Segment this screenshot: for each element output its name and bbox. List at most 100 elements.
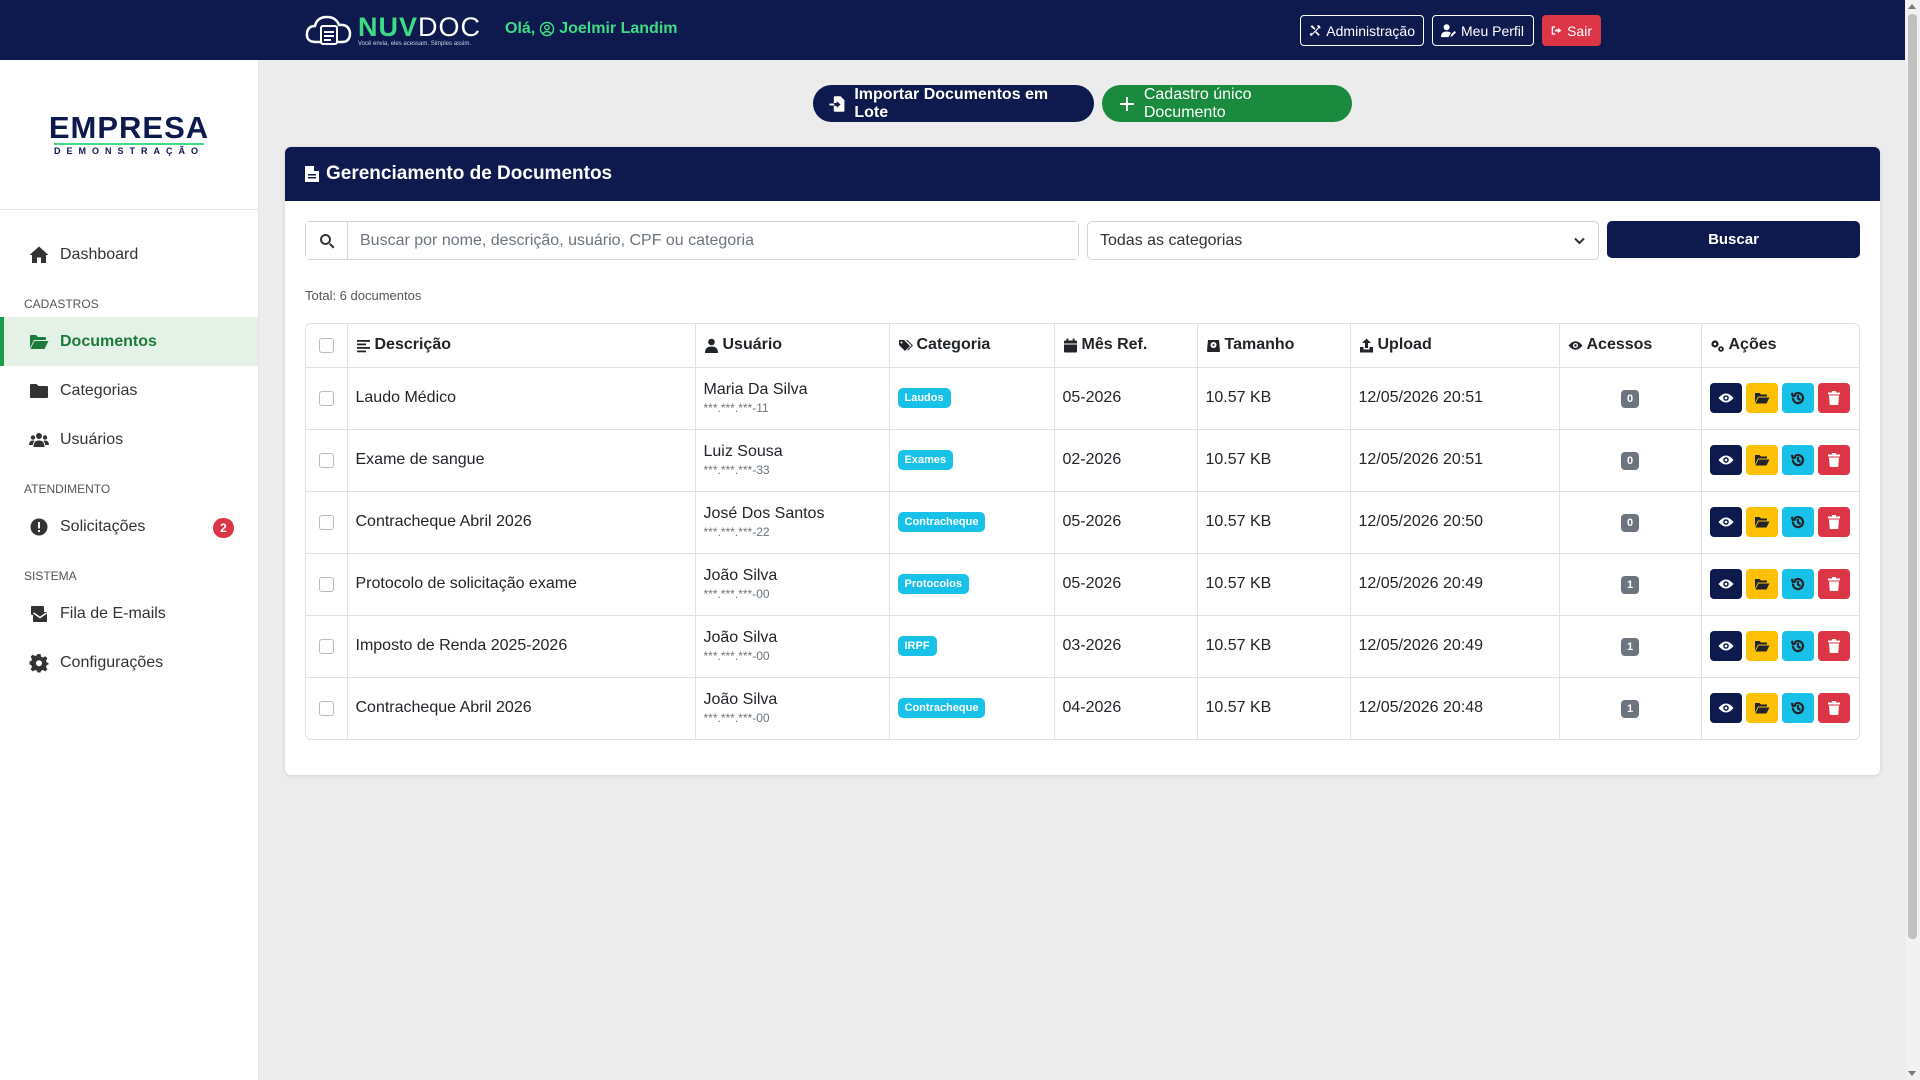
delete-button[interactable] [1817,445,1850,475]
sidebar-item-fila-emails[interactable]: Fila de E-mails [0,589,258,638]
history-icon [1790,639,1804,653]
row-checkbox[interactable] [318,390,334,406]
sidebar-item-solicitacoes[interactable]: Solicitações 2 [0,502,258,551]
cell-acessos: 1 [1559,553,1702,616]
row-checkbox[interactable] [318,700,334,716]
sidebar-item-dashboard[interactable]: Dashboard [0,230,258,279]
cell-tamanho: 10.57 KB [1197,615,1351,678]
exclamation-circle-icon [30,518,48,535]
scroll-down-arrow[interactable] [1908,1071,1916,1076]
col-label: Ações [1728,336,1777,354]
select-all-checkbox[interactable] [318,337,334,353]
delete-button[interactable] [1817,569,1850,599]
category-badge: Laudos [897,388,951,408]
profile-button[interactable]: Meu Perfil [1432,15,1534,46]
col-mes-ref: Mês Ref. [1054,324,1198,368]
sidebar-item-configuracoes[interactable]: Configurações [0,638,258,687]
search-icon [319,233,334,248]
open-folder-button[interactable] [1745,569,1778,599]
sidebar-nav: Dashboard CADASTROS Documentos Categoria… [0,210,258,687]
cell-usuario: João Silva ***.***.***-00 [695,553,890,616]
sidebar-item-categorias[interactable]: Categorias [0,366,258,415]
trash-icon [1827,515,1840,529]
cell-usuario: João Silva ***.***.***-00 [695,677,890,739]
view-button[interactable] [1709,445,1742,475]
open-folder-button[interactable] [1745,383,1778,413]
col-label: Mês Ref. [1081,336,1148,354]
col-label: Upload [1377,336,1432,354]
folder-open-icon [1754,517,1769,528]
sign-out-icon [1551,26,1562,35]
history-button[interactable] [1781,569,1814,599]
total-documents: Total: 6 documentos [305,288,422,303]
history-icon [1790,515,1804,529]
file-alt-icon [305,166,319,182]
search-button[interactable]: Buscar [1607,221,1860,258]
cell-categoria: Contracheque [889,491,1055,554]
access-count-badge: 1 [1620,699,1640,718]
row-checkbox[interactable] [318,514,334,530]
view-button[interactable] [1709,569,1742,599]
admin-button-label: Administração [1326,22,1415,39]
access-count-badge: 0 [1620,389,1640,408]
open-folder-button[interactable] [1745,693,1778,724]
delete-button[interactable] [1817,693,1850,724]
history-button[interactable] [1781,693,1814,724]
search-input[interactable] [348,222,1078,259]
folder-icon [30,383,48,398]
category-badge: Exames [897,450,954,470]
user-cpf: ***.***.***-00 [703,649,770,663]
history-button[interactable] [1781,445,1814,475]
open-folder-button[interactable] [1745,445,1778,475]
table-header-row: Descrição Usuário Categoria Mês Ref. Tam… [306,324,1859,368]
table-row: Imposto de Renda 2025-2026 João Silva ***.… [306,615,1859,678]
history-button[interactable] [1781,383,1814,413]
row-checkbox[interactable] [318,452,334,468]
user-icon [704,338,718,353]
logout-button[interactable]: Sair [1542,15,1601,46]
company-subtitle: DEMONSTRAÇÃO [54,143,204,156]
cell-descricao: Imposto de Renda 2025-2026 [347,615,696,678]
cell-descricao: Laudo Médico [347,367,696,430]
import-batch-button[interactable]: Importar Documentos em Lote [813,85,1094,122]
view-button[interactable] [1709,507,1742,537]
import-button-label: Importar Documentos em Lote [854,85,1049,121]
delete-button[interactable] [1817,383,1850,413]
category-select[interactable]: Todas as categorias [1087,221,1599,260]
table-row: Exame de sangue Luiz Sousa ***.***.***-33 E… [306,429,1859,492]
admin-button[interactable]: Administração [1300,15,1424,46]
select-all-cell [306,324,348,368]
history-button[interactable] [1781,631,1814,661]
scroll-up-arrow[interactable] [1908,4,1916,9]
view-button[interactable] [1709,693,1742,724]
solicitacoes-count-badge: 2 [213,518,234,538]
user-cpf: ***.***.***-22 [703,525,770,539]
scroll-thumb[interactable] [1908,14,1917,939]
cell-tamanho: 10.57 KB [1197,677,1351,739]
user-edit-icon [1441,24,1456,38]
row-checkbox[interactable] [318,638,334,654]
view-button[interactable] [1709,631,1742,661]
col-label: Categoria [916,336,991,354]
sidebar-item-documentos[interactable]: Documentos [0,317,258,366]
delete-button[interactable] [1817,507,1850,537]
category-badge: Contracheque [897,512,986,532]
history-button[interactable] [1781,507,1814,537]
open-folder-button[interactable] [1745,631,1778,661]
open-folder-button[interactable] [1745,507,1778,537]
folder-open-icon [1754,641,1769,652]
sidebar-item-usuarios[interactable]: Usuários [0,415,258,464]
single-register-button[interactable]: Cadastro único Documento [1102,85,1352,122]
row-checkbox[interactable] [318,576,334,592]
category-select-value: Todas as categorias [1100,231,1243,249]
user-greeting: Olá, Joelmir Landim [505,20,677,38]
view-button[interactable] [1709,383,1742,413]
nuvdoc-logo[interactable]: NUVDOC Você envia, eles acessam. Simples… [304,12,481,48]
delete-button[interactable] [1817,631,1850,661]
page-scrollbar[interactable] [1905,0,1920,1080]
cell-acoes [1701,429,1859,492]
cell-tamanho: 10.57 KB [1197,367,1351,430]
file-import-icon [829,95,845,112]
profile-button-label: Meu Perfil [1461,22,1525,39]
sidebar: EMPRESA DEMONSTRAÇÃO Dashboard CADASTROS… [0,60,259,1080]
